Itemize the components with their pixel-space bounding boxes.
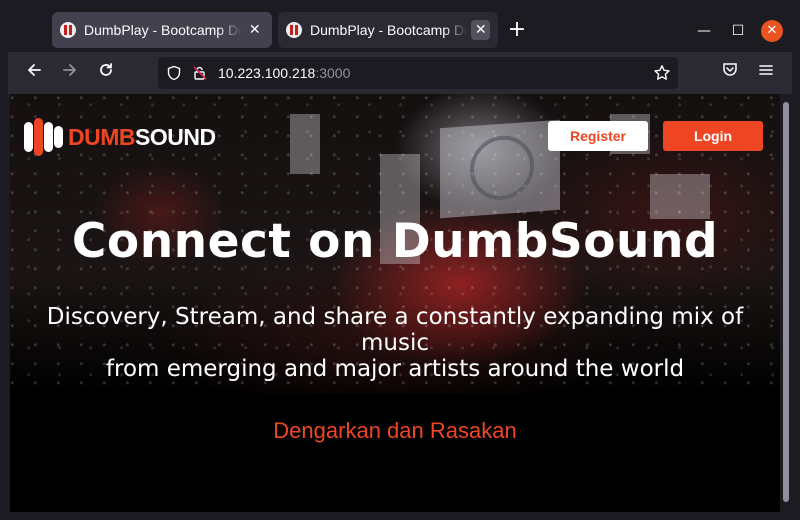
shield-icon[interactable] — [164, 63, 184, 83]
browser-window: DumbPlay - Bootcamp Dem ✕ DumbPlay - Boo… — [8, 8, 792, 512]
hero-subtitle-line-2: from emerging and major artists around t… — [105, 356, 685, 382]
dumbplay-favicon-icon — [286, 22, 302, 38]
dumbplay-favicon-icon — [60, 22, 76, 38]
forward-icon[interactable] — [58, 61, 82, 85]
register-button[interactable]: Register — [548, 121, 648, 151]
logo-bars-icon — [24, 118, 64, 156]
url-host: 10.223.100.218 — [218, 65, 316, 81]
page-scrollbar[interactable] — [780, 94, 792, 512]
logo-wordmark: DUMBSOUND — [68, 124, 216, 151]
login-button[interactable]: Login — [663, 121, 763, 151]
logo-dumb: DUMB — [68, 123, 136, 150]
hero-title: Connect on DumbSound — [71, 214, 719, 269]
menu-icon[interactable] — [754, 61, 778, 85]
hero-subtitle: Discovery, Stream, and share a constantl… — [22, 304, 768, 382]
tab-dumbplay-2[interactable]: DumbPlay - Bootcamp De ✕ — [278, 12, 498, 48]
minimize-icon[interactable]: — — [693, 20, 715, 42]
stage-light — [650, 174, 710, 219]
logo-sound: SOUND — [135, 123, 216, 150]
tab-bar: DumbPlay - Bootcamp Dem ✕ DumbPlay - Boo… — [8, 8, 792, 52]
page-viewport: DUMBSOUND Register Login Connect on Dumb… — [10, 94, 780, 512]
tab-close-icon[interactable]: ✕ — [471, 20, 490, 40]
stage-screen — [440, 119, 560, 219]
hero-subtitle-line-1: Discovery, Stream, and share a constantl… — [46, 304, 744, 356]
url-port: :3000 — [315, 65, 351, 81]
close-icon[interactable]: ✕ — [761, 20, 783, 42]
tab-title: DumbPlay - Bootcamp Dem — [84, 22, 242, 38]
site-logo[interactable]: DUMBSOUND — [24, 118, 216, 156]
url-text[interactable]: 10.223.100.218:3000 — [218, 65, 350, 81]
tab-close-icon[interactable]: ✕ — [245, 20, 264, 40]
pocket-icon[interactable] — [718, 61, 742, 85]
stage-light — [290, 114, 320, 174]
bookmark-star-icon[interactable] — [652, 63, 672, 83]
tab-dumbplay-1[interactable]: DumbPlay - Bootcamp Dem ✕ — [52, 12, 272, 48]
new-tab-button[interactable]: + — [506, 19, 528, 42]
reload-icon[interactable] — [94, 61, 118, 85]
scrollbar-thumb[interactable] — [783, 102, 789, 502]
maximize-icon[interactable]: ☐ — [727, 20, 749, 42]
nav-bar: 10.223.100.218:3000 — [8, 52, 792, 94]
hero-cta-text[interactable]: Dengarkan dan Rasakan — [10, 418, 780, 444]
tab-title: DumbPlay - Bootcamp De — [310, 22, 468, 38]
url-bar[interactable]: 10.223.100.218:3000 — [158, 57, 678, 89]
back-icon[interactable] — [22, 61, 46, 85]
lock-warning-icon[interactable] — [190, 63, 210, 83]
